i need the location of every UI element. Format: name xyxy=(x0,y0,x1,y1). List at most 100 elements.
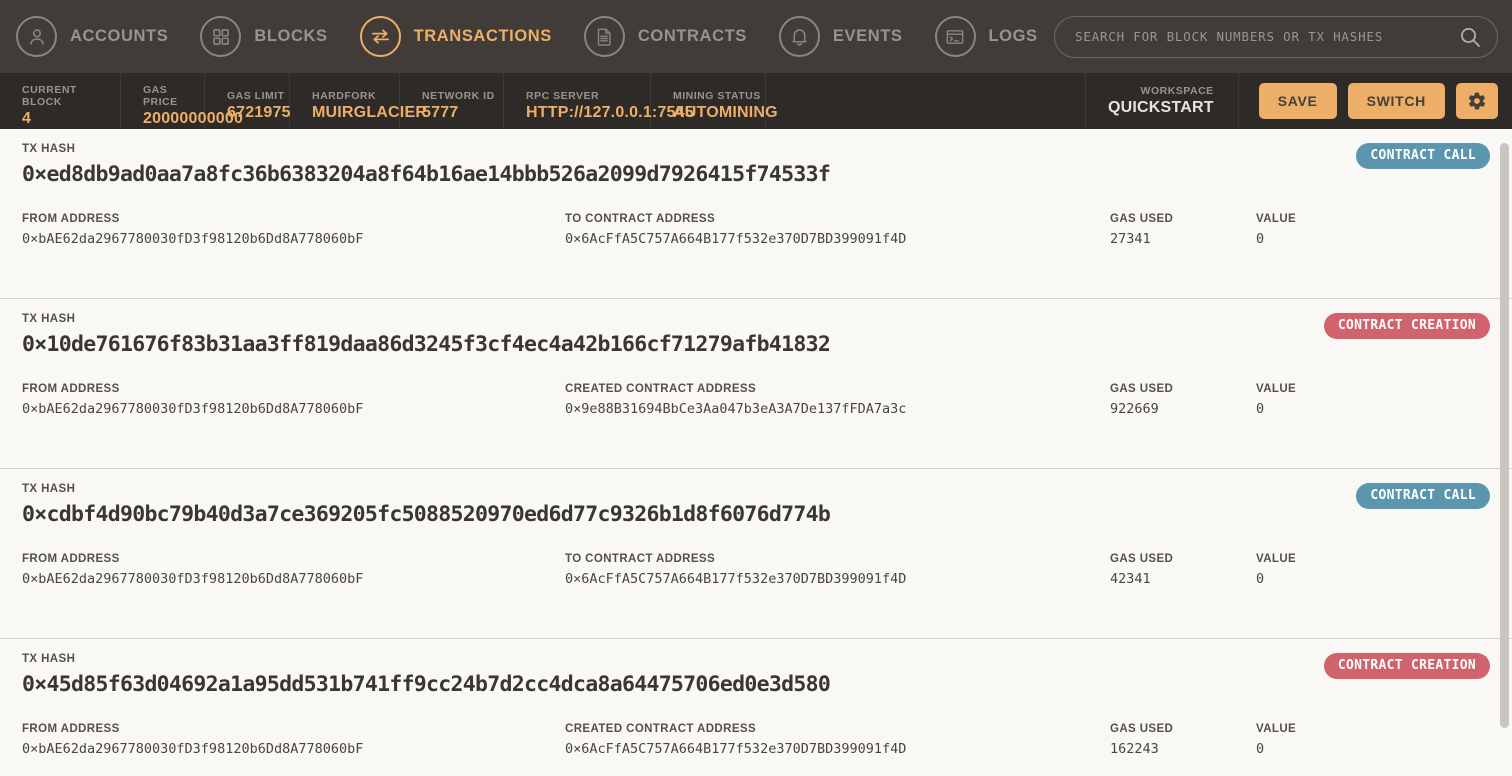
status-badge[interactable]: CONTRACT CREATION xyxy=(1323,653,1490,679)
settings-button[interactable] xyxy=(1456,83,1498,119)
gas-used-label: GAS USED xyxy=(1110,723,1174,735)
from-address-value[interactable]: 0×bAE62da2967780030fD3f98120b6Dd8A778060… xyxy=(22,571,565,587)
to-address-column: CREATED CONTRACT ADDRESS 0×9e88B31694BbCe… xyxy=(565,383,1110,417)
to-address-value[interactable]: 0×9e88B31694BbCe3Aa047b3eA3A7De137fFDA7a… xyxy=(565,401,1110,417)
tx-hash-label: TX HASH xyxy=(22,143,76,155)
tx-hash-value[interactable]: 0×45d85f63d04692a1a95dd531b741ff9cc24b7d… xyxy=(22,672,1490,697)
nav-item-label: LOGS xyxy=(988,27,1038,45)
scrollbar-thumb[interactable] xyxy=(1500,143,1509,728)
status-cell-label: HARDFORK xyxy=(312,89,377,102)
to-address-value[interactable]: 0×6AcFfA5C757A664B177f532e370D7BD399091f… xyxy=(565,231,1110,247)
status-cell-value: 6721975 xyxy=(227,103,291,121)
document-icon xyxy=(583,16,625,57)
status-cell-label: GAS LIMIT xyxy=(227,89,285,102)
nav-item-contracts[interactable]: CONTRACTS xyxy=(568,0,763,73)
value-amount: 0 xyxy=(1256,571,1265,587)
nav-item-label: CONTRACTS xyxy=(637,27,747,45)
nav-item-blocks[interactable]: BLOCKS xyxy=(184,0,343,73)
status-cell-value: MUIRGLACIER xyxy=(312,103,428,121)
value-amount: 0 xyxy=(1256,231,1265,247)
to-address-column: TO CONTRACT ADDRESS 0×6AcFfA5C757A664B177… xyxy=(565,213,1110,247)
workspace-info: WORKSPACE QUICKSTART xyxy=(1086,73,1239,129)
gas-used-label: GAS USED xyxy=(1110,383,1174,395)
to-address-label: CREATED CONTRACT ADDRESS xyxy=(565,383,757,395)
terminal-icon xyxy=(934,16,976,57)
status-cell-label: RPC SERVER xyxy=(526,89,600,102)
transaction-rows: CONTRACT CALL TX HASH 0×ed8db9ad0aa7a8fc36… xyxy=(0,129,1512,776)
status-spacer xyxy=(766,73,1086,129)
gas-used-column: GAS USED 162243 xyxy=(1110,723,1256,757)
gas-used-column: GAS USED 42341 xyxy=(1110,553,1256,587)
to-address-value[interactable]: 0×6AcFfA5C757A664B177f532e370D7BD399091f… xyxy=(565,741,1110,757)
status-cell-value: AUTOMINING xyxy=(673,103,778,121)
transaction-row[interactable]: CONTRACT CREATION TX HASH 0×45d85f63d04692… xyxy=(0,639,1512,776)
tx-hash-value[interactable]: 0×10de761676f83b31aa3ff819daa86d3245f3cf… xyxy=(22,332,1490,357)
nav-item-label: EVENTS xyxy=(832,27,903,45)
value-amount: 0 xyxy=(1256,741,1265,757)
status-cell-value: HTTP://127.0.0.1:7545 xyxy=(526,103,694,121)
status-cell-value: 5777 xyxy=(422,103,459,121)
tx-hash-label: TX HASH xyxy=(22,483,76,495)
transaction-columns: FROM ADDRESS 0×bAE62da2967780030fD3f98120… xyxy=(22,723,1490,757)
gas-used-column: GAS USED 27341 xyxy=(1110,213,1256,247)
transactions-list[interactable]: CONTRACT CALL TX HASH 0×ed8db9ad0aa7a8fc36… xyxy=(0,129,1512,776)
to-address-label: TO CONTRACT ADDRESS xyxy=(565,213,716,225)
search-icon[interactable] xyxy=(1459,26,1481,48)
gas-used-value: 42341 xyxy=(1110,571,1151,587)
status-actions: SAVE SWITCH xyxy=(1239,73,1512,129)
nav-item-accounts[interactable]: ACCOUNTS xyxy=(0,0,184,73)
from-address-label: FROM ADDRESS xyxy=(22,723,120,735)
status-badge[interactable]: CONTRACT CREATION xyxy=(1323,313,1490,339)
transaction-row[interactable]: CONTRACT CALL TX HASH 0×cdbf4d90bc79b40d3a… xyxy=(0,469,1512,639)
status-cell-label: NETWORK ID xyxy=(422,89,495,102)
save-button[interactable]: SAVE xyxy=(1258,83,1337,119)
gas-used-value: 162243 xyxy=(1110,741,1159,757)
top-navigation-bar: ACCOUNTS BLOCKS TRANSACTIONS CONTRACTS EVENT… xyxy=(0,0,1512,73)
status-badge[interactable]: CONTRACT CALL xyxy=(1356,143,1490,169)
search-input[interactable] xyxy=(1075,29,1459,44)
from-address-column: FROM ADDRESS 0×bAE62da2967780030fD3f98120… xyxy=(22,383,565,417)
tx-hash-value[interactable]: 0×ed8db9ad0aa7a8fc36b6383204a8f64b16ae14… xyxy=(22,162,1490,187)
to-address-label: CREATED CONTRACT ADDRESS xyxy=(565,723,757,735)
transactions-icon xyxy=(359,16,401,57)
from-address-value[interactable]: 0×bAE62da2967780030fD3f98120b6Dd8A778060… xyxy=(22,401,565,417)
nav-item-transactions[interactable]: TRANSACTIONS xyxy=(344,0,568,73)
nav-item-logs[interactable]: LOGS xyxy=(919,0,1054,73)
status-cell-label: GAS PRICE xyxy=(143,83,178,108)
switch-button[interactable]: SWITCH xyxy=(1347,83,1445,119)
to-address-label: TO CONTRACT ADDRESS xyxy=(565,553,716,565)
status-badge[interactable]: CONTRACT CALL xyxy=(1356,483,1490,509)
to-address-column: TO CONTRACT ADDRESS 0×6AcFfA5C757A664B177… xyxy=(565,553,1110,587)
from-address-label: FROM ADDRESS xyxy=(22,383,120,395)
value-column: VALUE 0 xyxy=(1256,383,1490,417)
tx-hash-value[interactable]: 0×cdbf4d90bc79b40d3a7ce369205fc508852097… xyxy=(22,502,1490,527)
value-column: VALUE 0 xyxy=(1256,213,1490,247)
value-label: VALUE xyxy=(1256,553,1297,565)
nav-item-label: ACCOUNTS xyxy=(70,27,169,45)
nav-item-events[interactable]: EVENTS xyxy=(763,0,919,73)
transaction-columns: FROM ADDRESS 0×bAE62da2967780030fD3f98120… xyxy=(22,213,1490,247)
transaction-row[interactable]: CONTRACT CALL TX HASH 0×ed8db9ad0aa7a8fc36… xyxy=(0,129,1512,299)
gas-used-value: 922669 xyxy=(1110,401,1159,417)
user-icon xyxy=(16,16,57,57)
workspace-value: QUICKSTART xyxy=(1107,99,1214,116)
status-cell-value: 20000000000 xyxy=(143,109,244,127)
gas-used-value: 27341 xyxy=(1110,231,1151,247)
from-address-label: FROM ADDRESS xyxy=(22,213,120,225)
status-mining-status: MINING STATUS AUTOMINING xyxy=(651,73,778,129)
transaction-row[interactable]: CONTRACT CREATION TX HASH 0×10de761676f83b… xyxy=(0,299,1512,469)
to-address-value[interactable]: 0×6AcFfA5C757A664B177f532e370D7BD399091f… xyxy=(565,571,1110,587)
value-column: VALUE 0 xyxy=(1256,553,1490,587)
from-address-label: FROM ADDRESS xyxy=(22,553,120,565)
nav-item-label: BLOCKS xyxy=(254,27,328,45)
from-address-value[interactable]: 0×bAE62da2967780030fD3f98120b6Dd8A778060… xyxy=(22,231,565,247)
status-current-block: CURRENT BLOCK 4 xyxy=(0,73,121,129)
blocks-grid-icon xyxy=(200,16,242,57)
scrollbar-track[interactable] xyxy=(1500,129,1509,776)
value-label: VALUE xyxy=(1256,213,1297,225)
to-address-column: CREATED CONTRACT ADDRESS 0×6AcFfA5C757A66… xyxy=(565,723,1110,757)
tx-hash-label: TX HASH xyxy=(22,653,76,665)
from-address-value[interactable]: 0×bAE62da2967780030fD3f98120b6Dd8A778060… xyxy=(22,741,565,757)
status-cells: CURRENT BLOCK 4 GAS PRICE 20000000000 GAS LI… xyxy=(0,73,778,129)
search-bar[interactable] xyxy=(1054,15,1498,58)
